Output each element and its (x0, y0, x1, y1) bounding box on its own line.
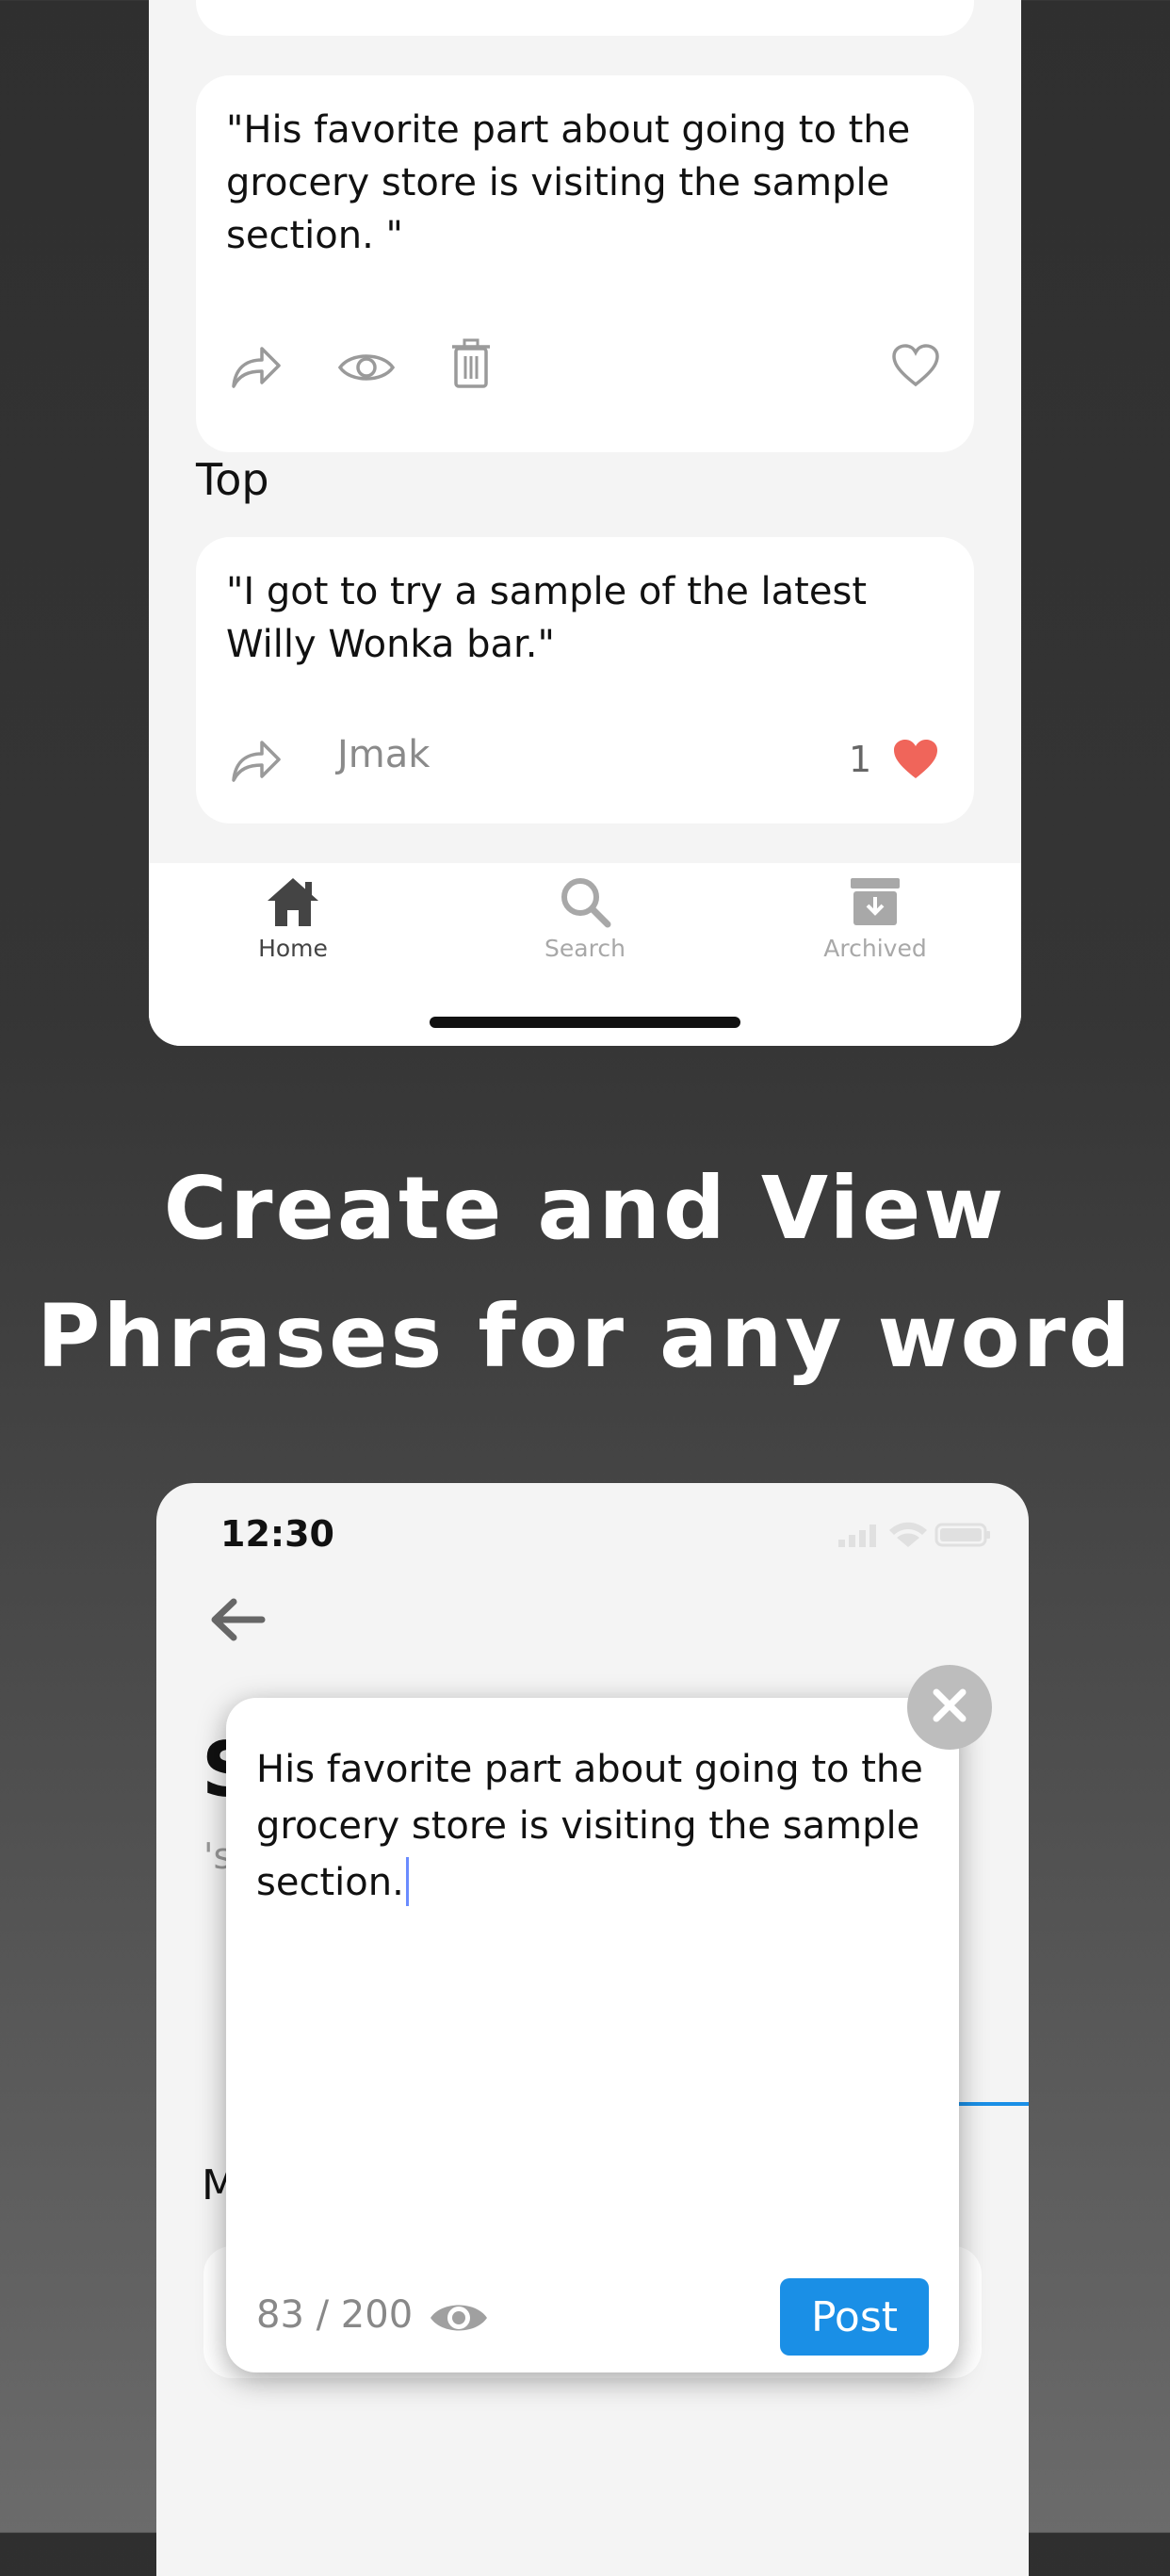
share-icon[interactable] (230, 735, 283, 784)
top-phone-screen: "His favorite part about going to the gr… (149, 0, 1021, 1046)
character-counter: 83 / 200 (256, 2293, 414, 2337)
tab-label: Archived (823, 935, 927, 962)
phrase-textarea[interactable]: His favorite part about going to the gro… (256, 1741, 934, 1911)
text-caret (405, 1857, 409, 1906)
status-time: 12:30 (220, 1513, 334, 1555)
share-icon[interactable] (230, 341, 283, 390)
close-icon (931, 1687, 968, 1728)
tab-archived[interactable]: Archived (781, 874, 969, 962)
status-icons (838, 1521, 991, 1553)
phrase-text: "His favorite part about going to the gr… (226, 108, 911, 257)
tab-label: Search (544, 935, 626, 962)
phrase-input-text: His favorite part about going to the gro… (256, 1748, 923, 1904)
search-icon (491, 874, 679, 929)
post-button[interactable]: Post (780, 2278, 929, 2356)
close-button[interactable] (907, 1665, 992, 1750)
phrase-text: "I got to try a sample of the latest Wil… (226, 570, 867, 666)
headline-line-2: Phrases for any word (37, 1286, 1133, 1387)
author-username[interactable]: Jmak (337, 733, 430, 776)
tab-label: Home (258, 935, 328, 962)
eye-icon[interactable] (337, 349, 396, 386)
promo-headline: Create and View Phrases for any word (0, 1145, 1170, 1401)
top-phrase-card[interactable]: "I got to try a sample of the latest Wil… (196, 537, 974, 823)
compose-phrase-dialog: His favorite part about going to the gro… (226, 1698, 959, 2372)
tab-underline-peek (957, 2102, 1029, 2106)
tab-home[interactable]: Home (199, 874, 387, 962)
home-indicator (430, 1017, 740, 1028)
tab-search[interactable]: Search (491, 874, 679, 962)
archive-icon (781, 874, 969, 929)
headline-line-1: Create and View (163, 1158, 1007, 1259)
like-count: 1 (849, 739, 872, 780)
feed-card-partial (196, 0, 974, 36)
back-arrow-icon[interactable] (209, 1596, 266, 1647)
section-title-top: Top (196, 454, 269, 505)
home-icon (199, 874, 387, 929)
trash-icon[interactable] (450, 337, 492, 388)
heart-outline-icon[interactable] (891, 343, 940, 388)
heart-filled-icon[interactable] (891, 737, 940, 782)
feed-card[interactable]: "His favorite part about going to the gr… (196, 75, 974, 452)
eye-icon[interactable] (428, 2297, 490, 2339)
